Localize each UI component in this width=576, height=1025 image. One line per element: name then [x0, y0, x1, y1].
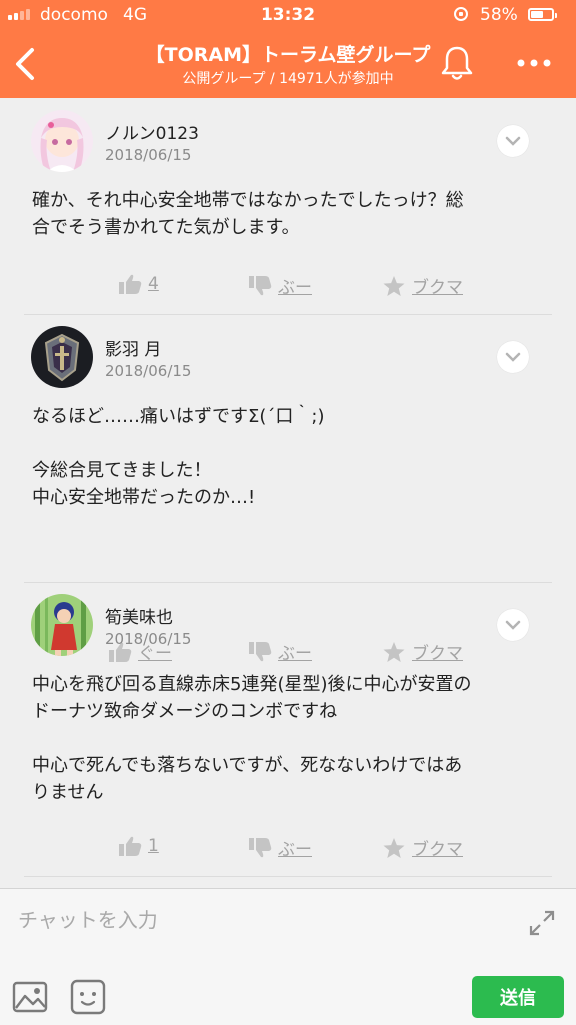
- like-count: 4: [148, 274, 159, 294]
- text-line: 中心で死んでも落ちないですが、死なないわけではあ: [32, 755, 463, 776]
- avatar[interactable]: [31, 326, 93, 388]
- text-line: なるほど……痛いはずですΣ(´口｀;): [32, 406, 325, 427]
- text-line: 中心安全地帯だったのか…!: [32, 487, 256, 508]
- bell-icon: [441, 46, 473, 80]
- chat-input[interactable]: [16, 901, 520, 939]
- comment-menu-button[interactable]: [497, 609, 529, 641]
- comment-menu-button[interactable]: [497, 125, 529, 157]
- bookmark-button[interactable]: ブクマ: [382, 639, 463, 664]
- bookmark-label: ブクマ: [412, 840, 463, 860]
- battery-percent: 58%: [480, 5, 518, 25]
- bookmark-label: ブクマ: [412, 644, 463, 664]
- dislike-button[interactable]: ぶー: [248, 273, 312, 298]
- thumbs-down-icon: [249, 641, 272, 661]
- text-line: ドーナツ致命ダメージのコンボですね: [32, 701, 338, 722]
- comment-text: 確か、それ中心安全地帯ではなかったでしたっけ？総 合でそう書かれてた気がします。: [32, 187, 544, 241]
- notification-button[interactable]: [437, 42, 477, 86]
- post-date: 2018/06/15: [105, 362, 192, 380]
- text-line: 確か、それ中心安全地帯ではなかったでしたっけ？総: [32, 190, 464, 211]
- battery-icon: [528, 8, 557, 21]
- chevron-down-icon: [505, 620, 521, 630]
- dislike-label: ぶー: [278, 840, 312, 860]
- bookmark-label: ブクマ: [412, 278, 463, 298]
- thumbs-up-icon: [119, 274, 142, 294]
- username[interactable]: 筍美味也: [105, 603, 173, 628]
- like-button[interactable]: 1: [118, 835, 159, 857]
- like-count: 1: [148, 836, 159, 856]
- divider: [24, 582, 552, 583]
- thumbs-up-icon: [119, 836, 142, 856]
- more-options-button[interactable]: [512, 50, 556, 76]
- dislike-button[interactable]: ぶー: [248, 835, 312, 860]
- expand-input-button[interactable]: [528, 909, 556, 937]
- bookmark-button[interactable]: ブクマ: [382, 273, 463, 298]
- text-line: りません: [32, 782, 104, 803]
- avatar[interactable]: [31, 110, 93, 172]
- text-line: 中心を飛び回る直線赤床5連発(星型)後に中心が安置の: [32, 674, 472, 695]
- chevron-down-icon: [505, 352, 521, 362]
- comment-text: なるほど……痛いはずですΣ(´口｀;) 今総合見てきました！ 中心安全地帯だった…: [32, 403, 544, 511]
- rotation-lock-icon: [454, 7, 468, 21]
- dislike-label: ぶー: [278, 644, 312, 664]
- post-date: 2018/06/15: [105, 146, 192, 164]
- chevron-down-icon: [505, 136, 521, 146]
- image-icon: [12, 981, 48, 1013]
- chat-input-area: 送信: [0, 888, 576, 1025]
- thumbs-down-icon: [249, 837, 272, 857]
- thumbs-down-icon: [249, 275, 272, 295]
- star-icon: [383, 641, 405, 662]
- status-bar: docomo 4G 13:32 58%: [0, 0, 576, 30]
- star-icon: [383, 837, 405, 858]
- dislike-button[interactable]: ぶー: [248, 639, 312, 664]
- like-button[interactable]: 4: [118, 273, 159, 295]
- group-subtitle: 公開グループ / 14971人が参加中: [182, 71, 394, 87]
- send-button[interactable]: 送信: [472, 976, 564, 1018]
- emoji-icon: [70, 979, 106, 1015]
- avatar[interactable]: [31, 594, 93, 656]
- group-header: 【TORAM】トーラム壁グループ 公開グループ / 14971人が参加中: [0, 30, 576, 98]
- text-line: 合でそう書かれてた気がします。: [32, 217, 300, 238]
- text-line: 今総合見てきました！: [32, 460, 212, 481]
- bookmark-button[interactable]: ブクマ: [382, 835, 463, 860]
- emoji-button[interactable]: [70, 979, 106, 1015]
- username[interactable]: ノルン0123: [105, 119, 199, 144]
- comment-text: 中心を飛び回る直線赤床5連発(星型)後に中心が安置の ドーナツ致命ダメージのコン…: [32, 671, 544, 806]
- comment-feed[interactable]: ノルン0123 2018/06/15 確か、それ中心安全地帯ではなかったでしたっ…: [0, 98, 576, 888]
- image-attach-button[interactable]: [12, 979, 48, 1015]
- star-icon: [383, 275, 405, 296]
- divider: [24, 876, 552, 877]
- username[interactable]: 影羽 月: [105, 335, 161, 360]
- divider: [24, 314, 552, 315]
- comment-menu-button[interactable]: [497, 341, 529, 373]
- dislike-label: ぶー: [278, 278, 312, 298]
- more-icon: [517, 59, 551, 67]
- expand-icon: [529, 910, 555, 936]
- group-title: 【TORAM】トーラム壁グループ: [145, 44, 431, 66]
- post-date: 2018/06/15: [105, 630, 192, 648]
